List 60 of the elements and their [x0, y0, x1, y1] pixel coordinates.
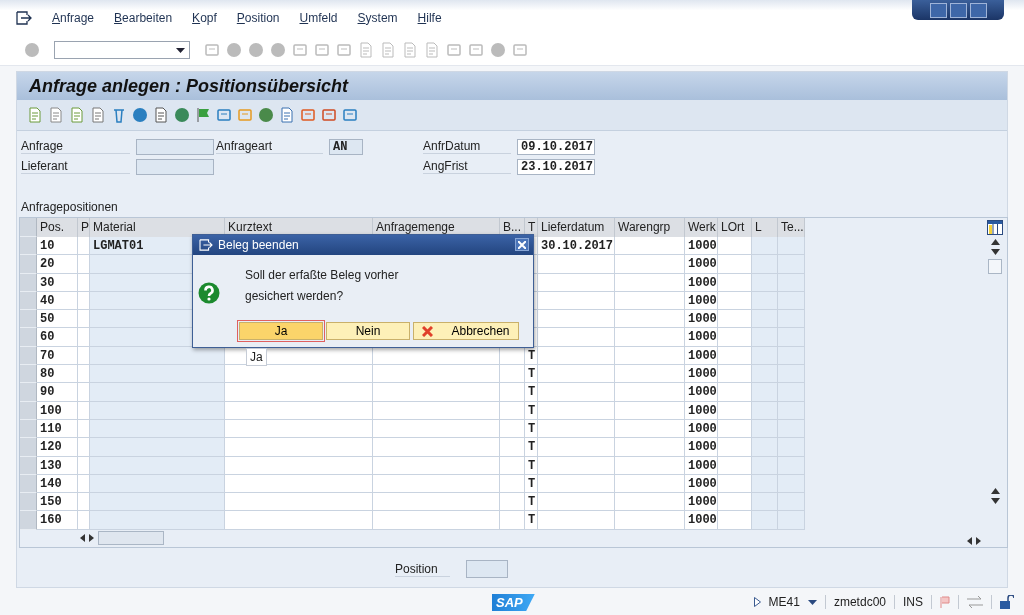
table-cell: 160 [37, 511, 78, 530]
screen-title: Anfrage anlegen : Positionsübersicht [29, 75, 349, 97]
table-cell: 1000 [685, 511, 718, 530]
table-cell: 80 [37, 365, 78, 384]
table-cell: 1000 [685, 237, 718, 256]
logo: SAP [492, 594, 535, 611]
table-cell: 90 [37, 383, 78, 402]
table-cell: 1000 [685, 493, 718, 512]
column-header[interactable]: Lieferdatum [538, 218, 615, 237]
table-cell: 1000 [685, 255, 718, 274]
table-cell: 1000 [685, 365, 718, 384]
table-cell: 1000 [685, 310, 718, 329]
input-field[interactable]: 23.10.2017 [517, 159, 595, 175]
table-cell: 1000 [685, 328, 718, 347]
field-label: Anfrageart [216, 139, 323, 154]
menu-item[interactable]: System [357, 10, 398, 25]
column-header[interactable]: Warengrp [615, 218, 685, 237]
dialog-message: Soll der erfaßte Beleg vorher gesichert werden? [245, 267, 400, 305]
table-cell: T [525, 493, 538, 512]
input-field[interactable]: 09.10.2017 [517, 139, 595, 155]
menu-item[interactable]: Hilfe [417, 10, 442, 25]
dialog-button[interactable]: Nein [326, 322, 410, 340]
menu-item[interactable]: Anfrage [52, 10, 95, 25]
table-cell: 20 [37, 255, 78, 274]
field-label: Position [395, 561, 450, 577]
menu-item[interactable]: Umfeld [299, 10, 338, 25]
column-header[interactable]: LOrt [718, 218, 752, 237]
column-header[interactable]: L [752, 218, 778, 237]
table-cell: 1000 [685, 438, 718, 457]
table-cell: 120 [37, 438, 78, 457]
field-label: AngFrist [423, 159, 511, 174]
menu-item[interactable]: Kopf [192, 10, 217, 25]
dialog-button[interactable]: Ja [239, 322, 323, 340]
table-cell: T [525, 511, 538, 530]
table-cell: 30.10.2017 [538, 237, 615, 256]
column-header[interactable]: Te... [778, 218, 805, 237]
input-mode: INS [903, 595, 923, 609]
table-cell: 150 [37, 493, 78, 512]
table-cell: 50 [37, 310, 78, 329]
server-name: zmetdc00 [833, 595, 886, 609]
tooltip: Ja [246, 348, 267, 366]
table-cell: 10 [37, 237, 78, 256]
menu-item[interactable]: Bearbeiten [114, 10, 173, 25]
column-header[interactable]: Material [90, 218, 225, 237]
column-header[interactable]: Pos. [37, 218, 78, 237]
table-cell: T [525, 438, 538, 457]
transaction-code: ME41 [768, 595, 800, 609]
table-cell: 60 [37, 328, 78, 347]
menu-item[interactable]: Position [236, 10, 280, 25]
table-label: Anfragepositionen [21, 200, 118, 214]
field-label: AnfrDatum [423, 139, 511, 154]
input-field[interactable]: AN [329, 139, 363, 155]
table-cell: T [525, 383, 538, 402]
field-label: Anfrage [21, 139, 130, 154]
field-label: Lieferant [21, 159, 130, 174]
dialog-button[interactable]: Abbrechen [413, 322, 519, 340]
table-cell: 1000 [685, 383, 718, 402]
table-cell: T [525, 365, 538, 384]
column-header[interactable]: P [78, 218, 90, 237]
column-header[interactable]: Werk [685, 218, 718, 237]
